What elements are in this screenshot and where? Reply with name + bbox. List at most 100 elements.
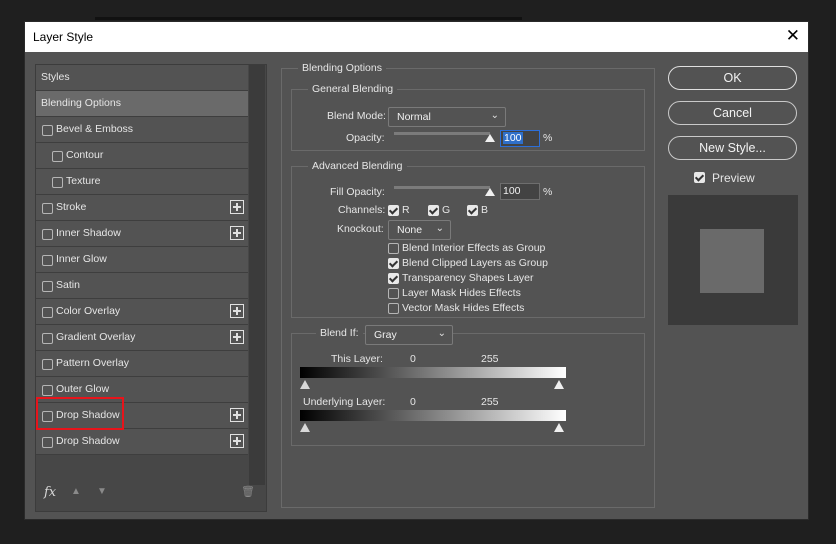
style-checkbox[interactable] <box>42 359 53 370</box>
add-effect-plus-icon[interactable] <box>230 304 244 318</box>
advanced-option-checkbox[interactable] <box>388 288 399 299</box>
move-down-icon[interactable]: ▼ <box>97 486 107 497</box>
style-item-color-overlay[interactable]: Color Overlay <box>36 299 248 325</box>
advanced-option-checkbox[interactable] <box>388 273 399 284</box>
style-item-label: Inner Glow <box>56 253 107 265</box>
style-preview <box>668 195 798 325</box>
channel-label: B <box>481 204 489 216</box>
style-item-label: Pattern Overlay <box>56 357 129 369</box>
this-layer-white-slider[interactable] <box>554 380 564 389</box>
close-icon[interactable]: ✕ <box>786 26 800 46</box>
fill-opacity-unit: % <box>543 186 553 198</box>
blending-options-group: Blending Options General Blending Blend … <box>281 62 655 508</box>
knockout-select[interactable]: None ⌄ <box>388 220 451 240</box>
add-effect-plus-icon[interactable] <box>230 408 244 422</box>
layer-style-dialog: Layer Style ✕ Styles Blending Options Beve… <box>25 22 808 519</box>
style-item-pattern-overlay[interactable]: Pattern Overlay <box>36 351 248 377</box>
channels-label: Channels: <box>338 204 386 216</box>
advanced-option-label: Layer Mask Hides Effects <box>402 287 521 299</box>
channel-label: R <box>402 204 410 216</box>
chevron-down-icon: ⌄ <box>435 223 444 234</box>
blend-if-select[interactable]: Gray ⌄ <box>365 325 453 345</box>
style-item-label: Bevel & Emboss <box>56 123 134 135</box>
style-checkbox[interactable] <box>42 255 53 266</box>
general-blending-group: General Blending Blend Mode: Normal ⌄ Op… <box>291 83 645 151</box>
channel-b-checkbox[interactable] <box>467 205 478 216</box>
new-style-button[interactable]: New Style... <box>668 136 797 160</box>
fill-opacity-label: Fill Opacity: <box>330 186 385 198</box>
advanced-option-checkbox[interactable] <box>388 303 399 314</box>
style-checkbox[interactable] <box>42 385 53 396</box>
add-effect-plus-icon[interactable] <box>230 226 244 240</box>
style-item-contour[interactable]: Contour <box>36 143 248 169</box>
style-checkbox[interactable] <box>52 177 63 188</box>
style-checkbox[interactable] <box>52 151 63 162</box>
style-checkbox[interactable] <box>42 203 53 214</box>
style-item-label: Contour <box>66 149 104 161</box>
style-item-label: Stroke <box>56 201 87 213</box>
channel-g-checkbox[interactable] <box>428 205 439 216</box>
style-item-label: Gradient Overlay <box>56 331 136 343</box>
style-checkbox[interactable] <box>42 437 53 448</box>
fill-opacity-slider[interactable] <box>394 186 490 189</box>
style-checkbox[interactable] <box>42 307 53 318</box>
style-item-satin[interactable]: Satin <box>36 273 248 299</box>
opacity-input[interactable]: 100 <box>500 130 540 147</box>
style-item-blending-options[interactable]: Blending Options <box>36 91 248 117</box>
underlying-layer-label: Underlying Layer: <box>303 396 386 408</box>
fill-opacity-input[interactable]: 100 <box>500 183 540 200</box>
style-checkbox[interactable] <box>42 333 53 344</box>
style-item-label: Inner Shadow <box>56 227 121 239</box>
advanced-option-checkbox[interactable] <box>388 258 399 269</box>
trash-icon[interactable]: 🗑 <box>241 485 255 498</box>
style-item-label: Color Overlay <box>56 305 121 317</box>
style-item-texture[interactable]: Texture <box>36 169 248 195</box>
style-checkbox[interactable] <box>42 281 53 292</box>
style-item-gradient-overlay[interactable]: Gradient Overlay <box>36 325 248 351</box>
this-layer-low-value: 0 <box>410 353 416 365</box>
channel-label: G <box>442 204 451 216</box>
opacity-label: Opacity: <box>346 132 385 144</box>
blend-mode-select[interactable]: Normal ⌄ <box>388 107 506 127</box>
this-layer-gradient[interactable] <box>300 367 566 378</box>
blend-if-group: Blend If: Gray ⌄ This Layer: 0 255 Under… <box>291 325 645 446</box>
fx-icon[interactable]: fx <box>44 485 56 500</box>
this-layer-label: This Layer: <box>331 353 383 365</box>
advanced-blending-group: Advanced Blending Fill Opacity: 100 % Ch… <box>291 160 645 318</box>
fill-opacity-slider-thumb[interactable] <box>485 188 495 196</box>
style-item-inner-shadow[interactable]: Inner Shadow <box>36 221 248 247</box>
add-effect-plus-icon[interactable] <box>230 200 244 214</box>
blend-mode-value: Normal <box>397 111 431 123</box>
style-item-stroke[interactable]: Stroke <box>36 195 248 221</box>
style-item-drop-shadow[interactable]: Drop Shadow <box>36 429 248 455</box>
opacity-slider-thumb[interactable] <box>485 134 495 142</box>
styles-scrollbar[interactable] <box>249 65 265 485</box>
opacity-slider[interactable] <box>394 132 490 135</box>
cancel-button[interactable]: Cancel <box>668 101 797 125</box>
underlying-low-value: 0 <box>410 396 416 408</box>
underlying-layer-gradient[interactable] <box>300 410 566 421</box>
ok-button[interactable]: OK <box>668 66 797 90</box>
underlying-black-slider[interactable] <box>300 423 310 432</box>
fill-opacity-value: 100 <box>503 185 521 197</box>
knockout-value: None <box>397 224 423 236</box>
move-up-icon[interactable]: ▲ <box>71 486 81 497</box>
channel-r-checkbox[interactable] <box>388 205 399 216</box>
underlying-white-slider[interactable] <box>554 423 564 432</box>
style-item-styles[interactable]: Styles <box>36 65 248 91</box>
blend-if-value: Gray <box>374 329 397 341</box>
general-blending-title: General Blending <box>308 83 398 95</box>
this-layer-black-slider[interactable] <box>300 380 310 389</box>
style-item-bevel-emboss[interactable]: Bevel & Emboss <box>36 117 248 143</box>
style-item-inner-glow[interactable]: Inner Glow <box>36 247 248 273</box>
style-checkbox[interactable] <box>42 125 53 136</box>
style-checkbox[interactable] <box>42 229 53 240</box>
add-effect-plus-icon[interactable] <box>230 434 244 448</box>
outer-glow-highlight-box <box>36 397 124 430</box>
advanced-option-checkbox[interactable] <box>388 243 399 254</box>
title-bar[interactable]: Layer Style ✕ <box>25 22 808 52</box>
opacity-unit: % <box>543 132 553 144</box>
preview-checkbox[interactable] <box>694 172 705 183</box>
add-effect-plus-icon[interactable] <box>230 330 244 344</box>
opacity-value: 100 <box>503 132 523 144</box>
